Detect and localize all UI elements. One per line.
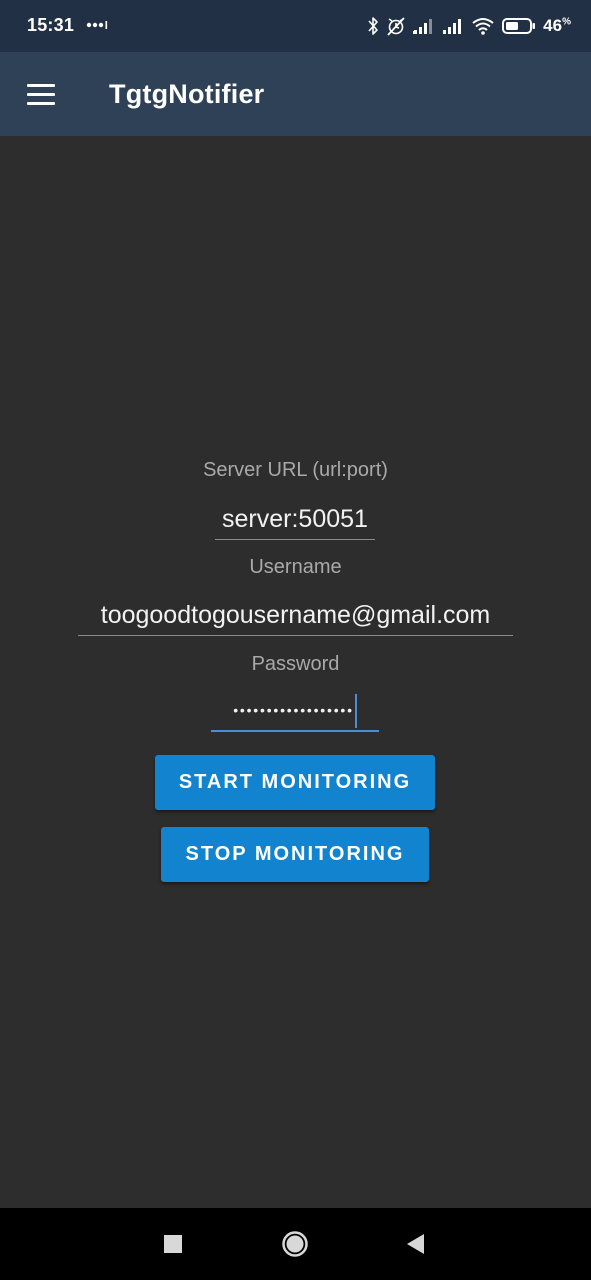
server-url-value: server:50051 <box>222 505 368 533</box>
text-cursor <box>354 694 357 728</box>
username-input[interactable]: toogoodtogousername@gmail.com <box>78 596 513 636</box>
password-label: Password <box>251 653 340 675</box>
app-title: TgtgNotifier <box>109 79 265 109</box>
app-bar: TgtgNotifier <box>0 52 591 136</box>
start-monitoring-button[interactable]: START MONITORING <box>155 755 435 810</box>
username-label: Username <box>249 556 342 578</box>
hamburger-menu-icon[interactable] <box>27 84 57 106</box>
recents-square-icon <box>164 1235 182 1253</box>
back-button[interactable] <box>376 1208 456 1280</box>
status-bar: 15:31 46% <box>0 0 591 52</box>
battery-icon <box>502 18 536 34</box>
signal-icon <box>443 19 462 34</box>
username-value: toogoodtogousername@gmail.com <box>100 601 491 629</box>
stop-monitoring-button[interactable]: STOP MONITORING <box>161 827 429 882</box>
bluetooth-icon <box>368 17 378 35</box>
home-circle-icon <box>282 1231 308 1257</box>
system-nav-bar <box>0 1208 591 1280</box>
home-button[interactable] <box>255 1208 335 1280</box>
server-url-input[interactable]: server:50051 <box>215 500 375 540</box>
status-icons: 46% <box>367 14 571 38</box>
dots-icon <box>86 21 108 29</box>
server-url-label: Server URL (url:port) <box>203 459 388 481</box>
app-screen: 15:31 46% TgtgNotifier Server URL (url:p… <box>0 0 591 1280</box>
battery-percent: 46% <box>543 16 571 35</box>
password-masked-value: •••••••••••••••••• <box>233 702 354 718</box>
status-time: 15:31 <box>27 15 75 35</box>
wifi-icon <box>472 18 494 35</box>
password-input[interactable]: •••••••••••••••••• <box>211 692 379 732</box>
signal-icon <box>413 19 433 34</box>
recents-button[interactable] <box>133 1208 213 1280</box>
back-triangle-icon <box>407 1234 424 1254</box>
alarm-off-icon <box>387 17 405 36</box>
